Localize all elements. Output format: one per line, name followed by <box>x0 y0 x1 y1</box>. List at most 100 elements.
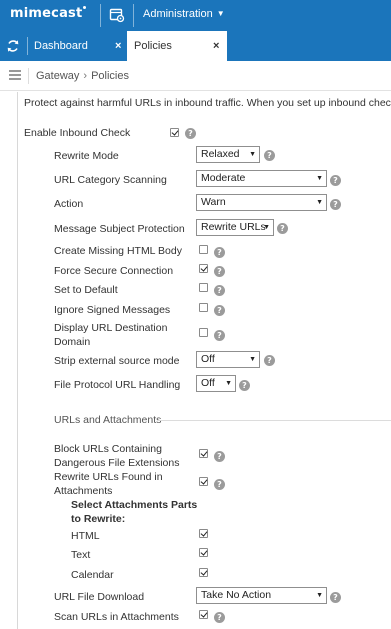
content-border <box>17 92 18 629</box>
administration-label: Administration <box>143 8 213 20</box>
help-icon[interactable]: ? <box>330 175 341 186</box>
part-text-label: Text <box>71 549 91 561</box>
file-protocol-url-handling-value: Off <box>201 377 215 389</box>
help-icon[interactable]: ? <box>214 612 225 623</box>
display-url-destination-label: Display URL Destination <box>54 322 168 334</box>
url-file-download-select[interactable]: Take No Action ▼ <box>196 587 327 604</box>
refresh-icon[interactable] <box>4 37 22 55</box>
breadcrumb: Gateway › Policies <box>36 70 129 82</box>
rewrite-mode-select[interactable]: Relaxed ▼ <box>196 146 260 163</box>
message-subject-protection-label: Message Subject Protection <box>54 223 185 235</box>
help-icon[interactable]: ? <box>214 305 225 316</box>
tab-policies[interactable]: Policies × <box>127 31 227 61</box>
help-icon[interactable]: ? <box>214 266 225 277</box>
block-urls-label-line2: Dangerous File Extensions <box>54 457 180 469</box>
tab-bar: Dashboard × Policies × <box>0 31 391 61</box>
administration-menu[interactable]: Administration ▼ <box>143 8 225 20</box>
scan-urls-in-attachments-checkbox[interactable] <box>199 610 208 619</box>
close-icon[interactable]: × <box>115 31 121 61</box>
set-to-default-checkbox[interactable] <box>199 283 208 292</box>
help-icon[interactable]: ? <box>330 199 341 210</box>
enable-inbound-check-label: Enable Inbound Check <box>24 127 131 139</box>
strip-external-source-mode-select[interactable]: Off ▼ <box>196 351 260 368</box>
logo-dot <box>83 6 87 9</box>
file-protocol-url-handling-label: File Protocol URL Handling <box>54 379 181 391</box>
select-parts-heading: Select Attachments Parts <box>71 499 198 511</box>
help-icon[interactable]: ? <box>214 451 225 462</box>
block-urls-checkbox[interactable] <box>199 449 208 458</box>
message-subject-protection-select[interactable]: Rewrite URLs ▼ <box>196 219 274 236</box>
part-html-checkbox[interactable] <box>199 529 208 538</box>
dropdown-arrow-icon: ▼ <box>316 175 323 182</box>
strip-external-source-mode-value: Off <box>201 353 215 365</box>
force-secure-connection-label: Force Secure Connection <box>54 265 174 277</box>
display-url-destination-checkbox[interactable] <box>199 328 208 337</box>
action-select[interactable]: Warn ▼ <box>196 194 327 211</box>
message-subject-protection-value: Rewrite URLs <box>201 221 266 233</box>
create-missing-html-body-label: Create Missing HTML Body <box>54 245 182 257</box>
breadcrumb-bar: Gateway › Policies <box>0 61 391 91</box>
dropdown-arrow-icon: ▼ <box>225 380 232 387</box>
help-icon[interactable]: ? <box>264 150 275 161</box>
url-category-scanning-label: URL Category Scanning <box>54 174 167 186</box>
part-calendar-label: Calendar <box>71 569 114 581</box>
help-icon[interactable]: ? <box>214 285 225 296</box>
help-icon[interactable]: ? <box>185 128 196 139</box>
chevron-down-icon: ▼ <box>216 9 225 18</box>
scan-urls-in-attachments-label: Scan URLs in Attachments <box>54 611 179 623</box>
breadcrumb-gateway[interactable]: Gateway <box>36 70 79 82</box>
top-bar: mimecast Administration ▼ <box>0 0 391 31</box>
help-icon[interactable]: ? <box>264 355 275 366</box>
create-missing-html-body-checkbox[interactable] <box>199 245 208 254</box>
dropdown-arrow-icon: ▼ <box>249 356 256 363</box>
chevron-right-icon: › <box>83 70 88 82</box>
enable-inbound-check-checkbox[interactable] <box>170 128 179 137</box>
tab-dashboard[interactable]: Dashboard × <box>27 31 127 61</box>
tab-dashboard-label: Dashboard <box>34 40 88 52</box>
rewrite-mode-label: Rewrite Mode <box>54 150 119 162</box>
mimecast-logo[interactable]: mimecast <box>10 6 87 21</box>
close-icon[interactable]: × <box>213 31 219 61</box>
topbar-divider <box>100 4 101 27</box>
topbar-divider <box>133 4 134 27</box>
help-icon[interactable]: ? <box>330 592 341 603</box>
help-icon[interactable]: ? <box>214 330 225 341</box>
ignore-signed-messages-checkbox[interactable] <box>199 303 208 312</box>
dropdown-arrow-icon: ▼ <box>316 199 323 206</box>
help-icon[interactable]: ? <box>214 247 225 258</box>
part-html-label: HTML <box>71 530 100 542</box>
part-text-checkbox[interactable] <box>199 548 208 557</box>
part-calendar-checkbox[interactable] <box>199 568 208 577</box>
help-icon[interactable]: ? <box>277 223 288 234</box>
policy-description: Protect against harmful URLs in inbound … <box>24 97 391 109</box>
breadcrumb-divider <box>28 68 29 84</box>
breadcrumb-policies: Policies <box>91 70 129 82</box>
dropdown-arrow-icon: ▼ <box>249 151 256 158</box>
dropdown-arrow-icon: ▼ <box>316 592 323 599</box>
rewrite-mode-value: Relaxed <box>201 148 240 160</box>
url-category-scanning-value: Moderate <box>201 172 246 184</box>
display-url-destination-label-line2: Domain <box>54 336 91 348</box>
rewrite-urls-attachments-label: Rewrite URLs Found in <box>54 471 163 483</box>
hamburger-menu-icon[interactable] <box>9 70 21 80</box>
rewrite-urls-attachments-checkbox[interactable] <box>199 477 208 486</box>
url-file-download-label: URL File Download <box>54 591 145 603</box>
action-value: Warn <box>201 196 226 208</box>
admin-console-icon[interactable] <box>109 7 125 23</box>
url-category-scanning-select[interactable]: Moderate ▼ <box>196 170 327 187</box>
action-label: Action <box>54 198 84 210</box>
select-parts-heading-line2: to Rewrite: <box>71 513 126 525</box>
file-protocol-url-handling-select[interactable]: Off ▼ <box>196 375 236 392</box>
force-secure-connection-checkbox[interactable] <box>199 264 208 273</box>
urls-and-attachments-section-title: URLs and Attachments <box>54 414 162 426</box>
tab-policies-label: Policies <box>134 40 172 52</box>
ignore-signed-messages-label: Ignore Signed Messages <box>54 304 171 316</box>
help-icon[interactable]: ? <box>214 479 225 490</box>
block-urls-label: Block URLs Containing <box>54 443 162 455</box>
logo-text: mimecast <box>10 6 83 21</box>
section-divider <box>158 420 391 421</box>
url-file-download-value: Take No Action <box>201 589 272 601</box>
rewrite-urls-attachments-label-line2: Attachments <box>54 485 113 497</box>
help-icon[interactable]: ? <box>239 380 250 391</box>
set-to-default-label: Set to Default <box>54 284 118 296</box>
